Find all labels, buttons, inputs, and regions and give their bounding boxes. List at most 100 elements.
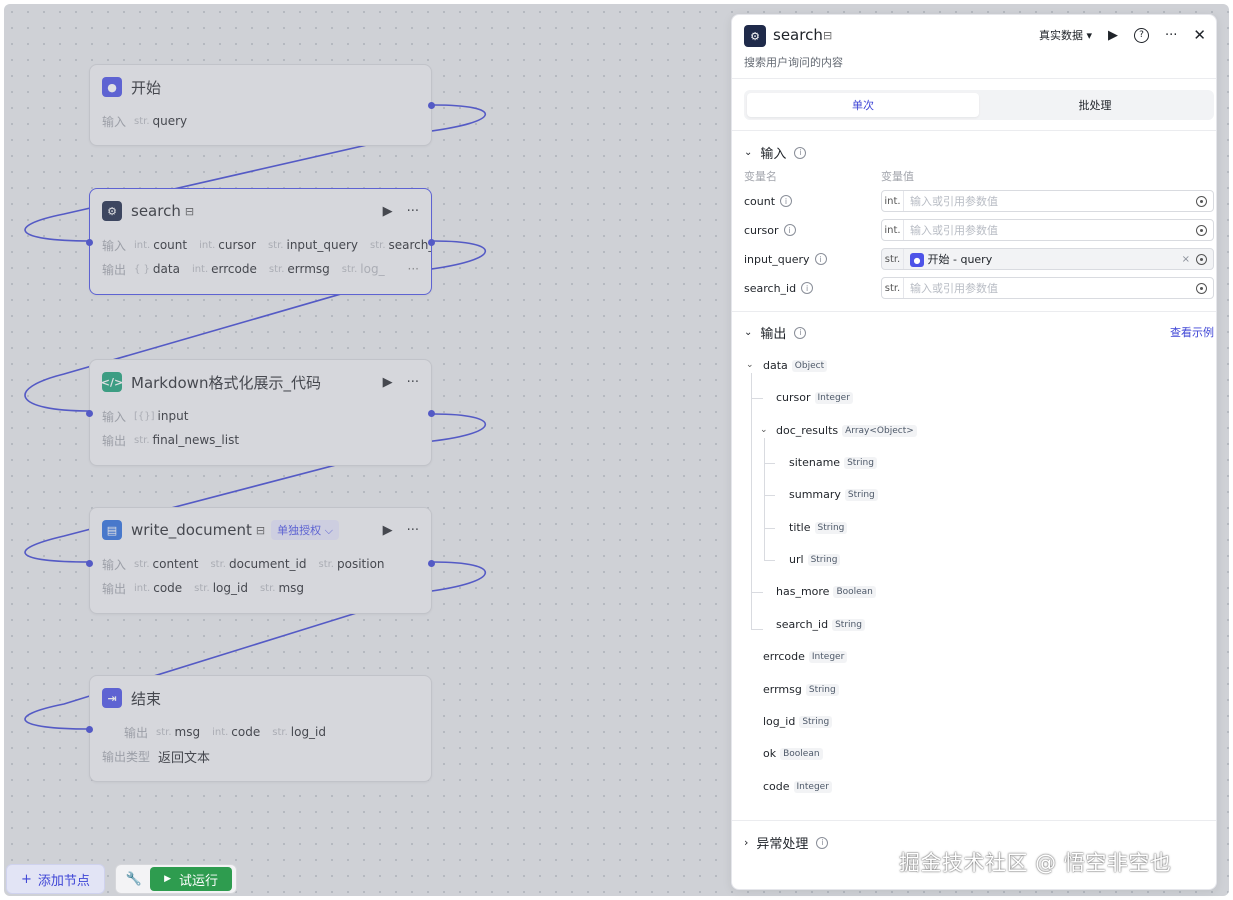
output-port[interactable] [428, 102, 435, 109]
tree-node-log-id: log_id String [763, 715, 833, 728]
col-header-value: 变量值 [881, 170, 914, 183]
var-name: count i [744, 195, 881, 208]
param: int. cursor [199, 238, 256, 252]
more-icon[interactable]: ··· [407, 204, 419, 219]
chevron-down-icon[interactable]: ⌄ [746, 360, 754, 370]
run-icon[interactable]: ▶ [1108, 28, 1118, 43]
more-icon[interactable]: ··· [407, 523, 419, 538]
test-run-button[interactable]: ▶ 试运行 [150, 867, 233, 891]
play-icon: ▶ [164, 874, 172, 884]
info-icon: i [816, 836, 829, 849]
test-run-label: 试运行 [179, 873, 219, 889]
placeholder: 输入或引用参数值 [910, 195, 998, 208]
reference-icon[interactable] [1196, 224, 1207, 236]
output-type-label: 输出类型 [102, 749, 151, 764]
plugin-icon: ⚙ [744, 25, 766, 47]
info-icon: i [814, 253, 827, 265]
tab-single[interactable]: 单次 [747, 93, 979, 117]
output-label: 输出 [102, 581, 127, 596]
run-node-icon[interactable]: ▶ [383, 523, 393, 538]
chevron-down-icon[interactable]: ⌄ [760, 425, 768, 435]
input-row-input-query: input_query i str. ● 开始 - query × [744, 248, 1214, 270]
type-tag: str. [882, 278, 904, 298]
input-section-header[interactable]: ⌄ 输入 i [744, 143, 807, 162]
run-node-icon[interactable]: ▶ [383, 375, 393, 390]
output-port[interactable] [428, 410, 435, 417]
tree-guide [764, 528, 775, 529]
add-node-button[interactable]: + 添加节点 [6, 864, 105, 894]
divider [732, 130, 1216, 131]
node-start[interactable]: ● 开始 输入 str. query [89, 64, 435, 146]
reference-value: ● 开始 - query [904, 251, 1182, 268]
section-title: 异常处理 [756, 837, 809, 852]
input-label: 输入 [102, 409, 127, 424]
node-end[interactable]: ⇥ 结束 输出 str. msg int. code str. log_id 输出类型… [86, 675, 432, 782]
output-type-value: 返回文本 [158, 750, 211, 766]
tree-node-has-more: has_more Boolean [776, 585, 876, 598]
wrench-icon[interactable]: 🔧 [126, 872, 142, 887]
close-icon[interactable]: ✕ [1193, 26, 1206, 44]
input-port[interactable] [86, 560, 93, 567]
param: str. position [318, 557, 385, 571]
output-port[interactable] [428, 239, 435, 246]
tree-node-url: url String [789, 553, 841, 566]
input-port[interactable] [86, 726, 93, 733]
param: str. log_ [341, 262, 385, 276]
save-icon: ⊟ [823, 29, 833, 42]
tree-node-ok: ok Boolean [763, 747, 823, 760]
count-input[interactable]: int. 输入或引用参数值 [881, 190, 1214, 212]
tab-batch[interactable]: 批处理 [979, 93, 1211, 117]
param: str.search_id [370, 238, 431, 252]
mode-tabs: 单次 批处理 [744, 90, 1214, 120]
output-label: 输出 [102, 433, 127, 448]
more-icon[interactable]: ··· [407, 375, 419, 390]
tree-node-summary: summary String [789, 488, 878, 501]
run-node-icon[interactable]: ▶ [383, 204, 393, 219]
tree-node-title: title String [789, 521, 848, 534]
node-title: write_document [131, 521, 252, 539]
view-example-link[interactable]: 查看示例 [1170, 324, 1214, 340]
param: str. log_id [194, 581, 248, 595]
tree-guide [764, 463, 775, 464]
param: int. code [212, 725, 261, 739]
node-title: search [131, 202, 181, 220]
help-icon[interactable]: ? [1134, 27, 1150, 43]
clear-icon[interactable]: × [1182, 254, 1190, 265]
output-section-header[interactable]: ⌄ 输出 i [744, 323, 807, 342]
auth-badge[interactable]: 单独授权 ⌵ [271, 520, 339, 540]
input-port[interactable] [86, 410, 93, 417]
watermark: 掘金技术社区 @ 悟空非空也 [899, 851, 1172, 875]
search-id-input[interactable]: str. 输入或引用参数值 [881, 277, 1214, 299]
param: str. document_id [210, 557, 307, 571]
tree-node-code: code Integer [763, 780, 832, 793]
add-node-label: 添加节点 [37, 873, 90, 889]
tree-guide [751, 592, 763, 593]
more-icon[interactable]: ··· [1165, 28, 1177, 43]
data-source-select[interactable]: 真实数据 ▾ [1039, 27, 1092, 43]
input-port[interactable] [86, 239, 93, 246]
reference-icon[interactable] [1196, 253, 1207, 265]
node-markdown[interactable]: </> Markdown格式化展示_代码 ▶ ··· 输入 [{}] input … [86, 359, 435, 466]
section-title: 输出 [760, 327, 787, 342]
var-name: input_query i [744, 253, 881, 266]
input-query-input[interactable]: str. ● 开始 - query × [881, 248, 1214, 270]
more-params[interactable]: ··· [408, 262, 419, 276]
plugin-icon: ⚙ [102, 201, 122, 221]
reference-icon[interactable] [1196, 195, 1207, 207]
cursor-input[interactable]: int. 输入或引用参数值 [881, 219, 1214, 241]
panel-title: search [773, 26, 823, 44]
output-port[interactable] [428, 560, 435, 567]
node-write-document[interactable]: ▤ write_document ⊟ 单独授权 ⌵ ▶ ··· 输入 str. c… [86, 507, 435, 614]
param: str. final_news_list [134, 433, 240, 447]
node-title: 开始 [131, 78, 162, 97]
type-tag: int. [882, 191, 904, 211]
panel-header: ⚙ search ⊟ 搜索用户询问的内容 真实数据 ▾ ▶ ? ··· ✕ [732, 15, 1216, 79]
reference-icon[interactable] [1196, 282, 1207, 294]
divider [732, 820, 1216, 821]
input-row-search-id: search_id i str. 输入或引用参数值 [744, 277, 1214, 299]
node-search[interactable]: ⚙ search ⊟ ▶ ··· 输入 int. count int. cursor… [86, 188, 435, 295]
output-label: 输出 [124, 725, 149, 740]
exception-section-header[interactable]: › 异常处理 i [744, 833, 829, 852]
param: str. errmsg [268, 262, 330, 276]
info-icon: i [794, 326, 807, 339]
